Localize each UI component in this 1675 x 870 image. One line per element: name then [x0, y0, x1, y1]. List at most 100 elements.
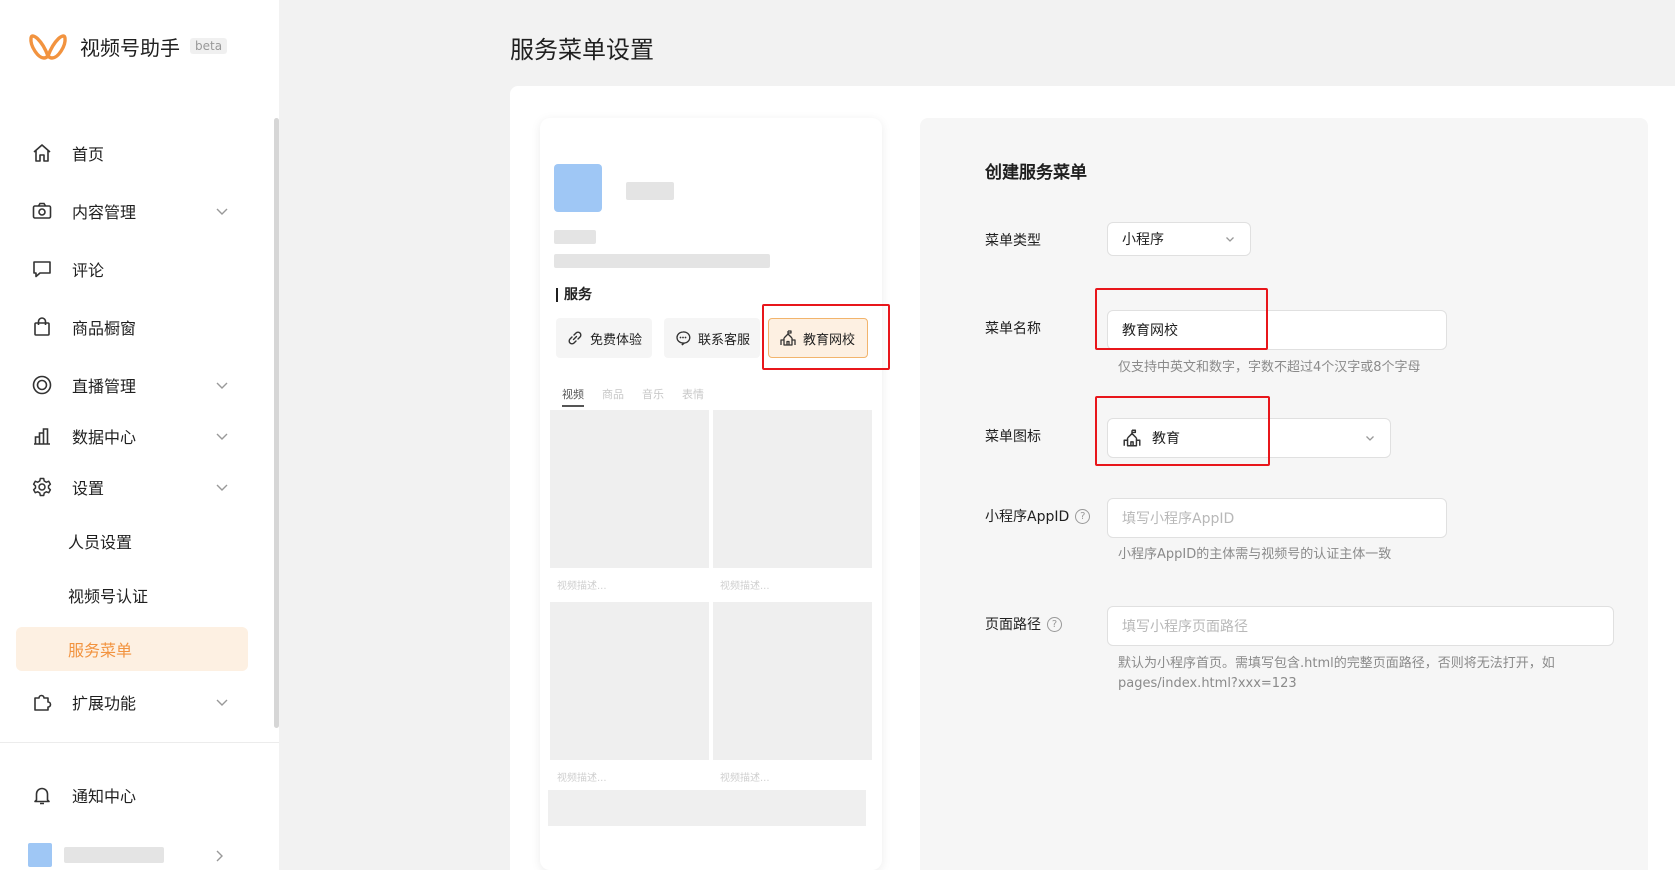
page-title: 服务菜单设置 — [510, 36, 654, 64]
chevron-right-icon — [216, 850, 223, 862]
video-thumbnail — [550, 602, 709, 760]
chevron-down-icon — [216, 484, 228, 491]
chevron-down-icon — [216, 208, 228, 215]
gear-icon — [30, 475, 54, 499]
sidebar-item-label: 内容管理 — [72, 203, 137, 222]
live-icon — [30, 373, 54, 397]
menu-type-select[interactable]: 小程序 — [1107, 222, 1251, 256]
bell-icon — [30, 783, 54, 807]
appid-placeholder: 填写小程序AppID — [1122, 511, 1235, 527]
school-icon — [780, 330, 796, 346]
path-hint-line-1: 默认为小程序首页。需填写包含.html的完整页面路径，否则将无法打开，如 — [1118, 656, 1555, 671]
sidebar-item-live[interactable]: 直播管理 — [16, 363, 248, 407]
service-button-label: 免费体验 — [590, 332, 643, 348]
sidebar: 视频号助手 beta 首页 内容管理 评论 商品橱窗 直播管理 数据中心 设置 … — [0, 0, 279, 870]
sidebar-item-label: 首页 — [72, 145, 105, 164]
menu-name-label: 菜单名称 — [985, 321, 1041, 337]
appid-input[interactable]: 填写小程序AppID — [1107, 498, 1447, 538]
video-card[interactable]: 视频描述... — [713, 602, 872, 792]
video-thumbnail — [713, 410, 872, 568]
sidebar-item-comments[interactable]: 评论 — [16, 247, 248, 291]
menu-icon-label: 菜单图标 — [985, 429, 1041, 445]
preview-tabs: 视频 商品 音乐 表情 — [562, 386, 704, 407]
preview-tab-goods[interactable]: 商品 — [602, 386, 624, 407]
chevron-down-icon — [1226, 237, 1234, 242]
account-name — [64, 847, 164, 863]
chevron-down-icon — [216, 382, 228, 389]
path-label-text: 页面路径 — [985, 617, 1041, 633]
butterfly-logo-icon — [29, 34, 67, 60]
chat-icon — [676, 331, 691, 346]
sidebar-subitem-members[interactable]: 人员设置 — [16, 519, 248, 563]
sidebar-item-label: 直播管理 — [72, 377, 137, 396]
menu-name-input[interactable]: 教育网校 — [1107, 310, 1447, 350]
appid-label-text: 小程序AppID — [985, 509, 1070, 525]
sidebar-item-label: 数据中心 — [72, 428, 137, 447]
menu-icon-value: 教育 — [1152, 431, 1180, 447]
bag-icon — [30, 315, 54, 339]
preview-tab-music[interactable]: 音乐 — [642, 386, 664, 407]
preview-meta — [554, 230, 596, 244]
chevron-down-icon — [216, 699, 228, 706]
path-hint-line-2: pages/index.html?xxx=123 — [1118, 676, 1297, 691]
sidebar-scrollbar[interactable] — [274, 118, 279, 728]
video-card[interactable]: 视频描述... — [550, 410, 709, 600]
help-icon[interactable]: ? — [1075, 508, 1091, 524]
comment-icon — [30, 257, 54, 281]
video-grid-more — [548, 790, 866, 826]
video-card[interactable]: 视频描述... — [713, 410, 872, 600]
video-thumbnail — [713, 602, 872, 760]
sidebar-item-label: 扩展功能 — [72, 694, 137, 713]
chevron-down-icon — [216, 433, 228, 440]
phone-preview: 服务 免费体验 联系客服 教育网校 视频 商品 音乐 表情 视频描述... 视频… — [540, 118, 882, 870]
link-icon — [568, 331, 582, 345]
menu-icon-select[interactable]: 教育 — [1107, 418, 1391, 458]
video-caption: 视频描述... — [720, 581, 770, 592]
avatar — [28, 843, 52, 867]
service-button-edu-school[interactable]: 教育网校 — [768, 318, 868, 358]
sidebar-item-settings[interactable]: 设置 — [16, 465, 248, 509]
service-button-label: 教育网校 — [803, 332, 856, 348]
sidebar-item-data[interactable]: 数据中心 — [16, 414, 248, 458]
preview-tab-video[interactable]: 视频 — [562, 386, 584, 407]
appid-hint: 小程序AppID的主体需与视频号的认证主体一致 — [1118, 547, 1392, 562]
app-logo[interactable]: 视频号助手 beta — [28, 28, 228, 64]
account-switcher[interactable] — [28, 843, 268, 867]
sidebar-item-label: 设置 — [72, 479, 105, 498]
menu-type-label: 菜单类型 — [985, 233, 1041, 249]
sidebar-item-showcase[interactable]: 商品橱窗 — [16, 305, 248, 349]
preview-name — [626, 182, 674, 200]
preview-tab-stickers[interactable]: 表情 — [682, 386, 704, 407]
sidebar-item-extensions[interactable]: 扩展功能 — [16, 680, 248, 724]
help-icon[interactable]: ? — [1047, 616, 1062, 632]
sidebar-subitem-service-menu[interactable]: 服务菜单 — [16, 627, 248, 671]
service-button-free-trial[interactable]: 免费体验 — [556, 318, 652, 358]
app-name: 视频号助手 — [80, 35, 180, 60]
path-placeholder: 填写小程序页面路径 — [1122, 619, 1248, 635]
video-caption: 视频描述... — [557, 581, 607, 592]
path-input[interactable]: 填写小程序页面路径 — [1107, 606, 1614, 646]
sidebar-item-label: 通知中心 — [72, 787, 137, 806]
school-icon — [1123, 429, 1141, 447]
video-thumbnail — [550, 410, 709, 568]
form-title: 创建服务菜单 — [985, 163, 1087, 183]
home-icon — [30, 141, 54, 165]
chart-icon — [30, 424, 54, 448]
chevron-down-icon — [1366, 436, 1374, 441]
menu-name-value: 教育网校 — [1122, 323, 1178, 339]
camera-icon — [30, 199, 54, 223]
sidebar-item-label: 评论 — [72, 261, 105, 280]
path-hint: 默认为小程序首页。需填写包含.html的完整页面路径，否则将无法打开，如 pag… — [1118, 654, 1555, 694]
sidebar-item-home[interactable]: 首页 — [16, 131, 248, 175]
menu-type-value: 小程序 — [1122, 232, 1164, 248]
appid-label: 小程序AppID ? — [985, 506, 1091, 526]
sidebar-subitem-verification[interactable]: 视频号认证 — [16, 573, 248, 617]
video-card[interactable]: 视频描述... — [550, 602, 709, 792]
sidebar-item-content[interactable]: 内容管理 — [16, 189, 248, 233]
service-button-support[interactable]: 联系客服 — [664, 318, 760, 358]
service-button-label: 联系客服 — [698, 332, 751, 348]
sidebar-item-notifications[interactable]: 通知中心 — [16, 773, 248, 817]
preview-avatar — [554, 164, 602, 212]
beta-badge: beta — [190, 38, 228, 54]
preview-bio — [554, 254, 770, 268]
